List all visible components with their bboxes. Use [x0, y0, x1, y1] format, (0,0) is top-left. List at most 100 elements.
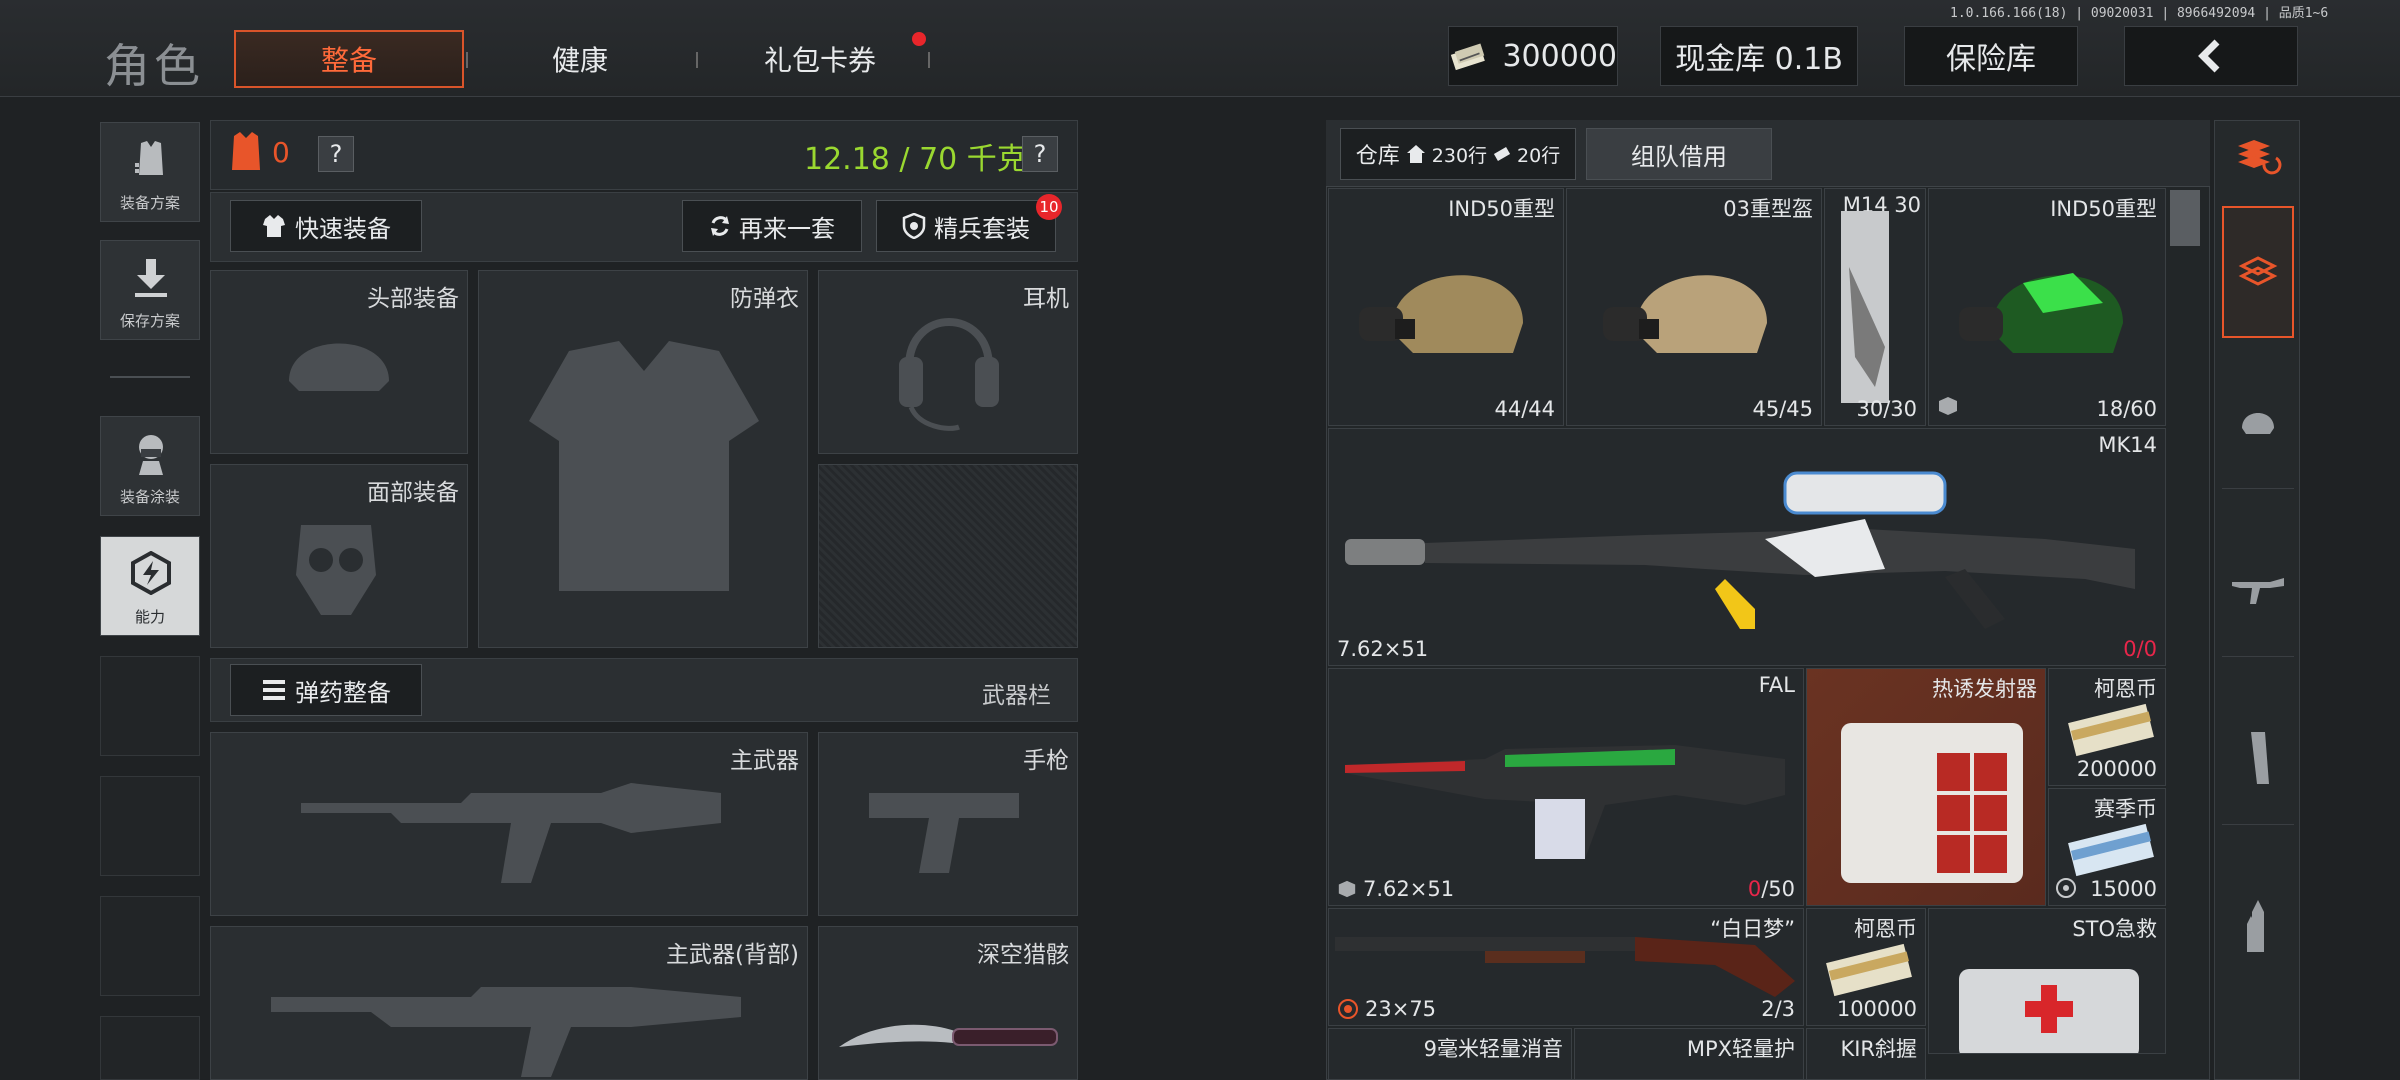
kohn-coin-item[interactable]: 柯恩币 100000	[1806, 908, 1926, 1026]
item-name: MPX轻量护	[1686, 1037, 1795, 1061]
team-borrow-button[interactable]: 组队借用	[1586, 128, 1772, 180]
all-items-icon	[2238, 256, 2278, 286]
category-ammo[interactable]	[2222, 860, 2294, 992]
item-name: STO急救	[2072, 917, 2157, 941]
primary-weapon-slot[interactable]: 主武器	[210, 732, 808, 916]
cash-vault-button[interactable]: 现金库 0.1B	[1660, 26, 1858, 86]
version-info: 1.0.166.166(18) | 09020031 | 8966492094 …	[1950, 6, 2329, 21]
slot-label: 深空猎骸	[977, 942, 1069, 968]
helmet-icon	[1603, 275, 1767, 353]
item-caliber: 23×75	[1365, 997, 1437, 1021]
tab-divider	[696, 52, 698, 68]
rifle-silhouette-icon	[301, 783, 721, 883]
sto-medkit-item[interactable]: STO急救	[1928, 908, 2166, 1054]
helmet-ind50-item[interactable]: IND50重型 44/44	[1328, 188, 1564, 426]
loadout-plan-button[interactable]: 装备方案	[100, 122, 200, 222]
nav-divider	[110, 376, 190, 378]
face-slot[interactable]: 面部装备	[210, 464, 468, 648]
headset-silhouette-icon	[899, 318, 999, 431]
slot-label: 主武器(背部)	[666, 942, 799, 968]
mk14-rifle-item[interactable]: MK14 7.62×51 0/0	[1328, 428, 2166, 666]
item-count: 15000	[2090, 877, 2157, 901]
fal-rifle-item[interactable]: FAL 7.62×51 0/50	[1328, 668, 1804, 906]
item-name: 03重型盔	[1723, 197, 1813, 221]
slot-label: 手枪	[1023, 748, 1069, 774]
slot-label: 面部装备	[367, 480, 459, 506]
back-button[interactable]	[2124, 26, 2298, 86]
flare-launcher-item[interactable]: 热诱发射器	[1806, 668, 2046, 906]
item-count: 45/45	[1752, 397, 1813, 421]
elite-set-label: 精兵套装	[934, 214, 1030, 243]
vest-slot[interactable]: 防弹衣	[478, 270, 808, 648]
helmet-03-item[interactable]: 03重型盔 45/45	[1566, 188, 1822, 426]
armor-count: 0	[272, 136, 290, 169]
insurance-vault-button[interactable]: 保险库	[1904, 26, 2078, 86]
chevron-left-icon	[2198, 39, 2220, 73]
item-name: MK14	[2098, 433, 2157, 457]
category-all[interactable]	[2222, 206, 2294, 338]
rifle-silhouette-icon	[271, 987, 741, 1077]
suppressor-item[interactable]: 9毫米轻量消音	[1328, 1028, 1572, 1080]
m14-magazine-item[interactable]: M14 30 30/30	[1824, 188, 1926, 426]
box-icon	[1338, 880, 1356, 898]
storage-scrollbar[interactable]	[2170, 190, 2200, 246]
help-icon[interactable]: ?	[1022, 136, 1058, 172]
kir-grip-item[interactable]: KIR斜握	[1806, 1028, 1926, 1080]
daydream-shotgun-item[interactable]: “白日梦” 23×75 2/3	[1328, 908, 1804, 1026]
download-icon	[135, 259, 167, 297]
elite-set-button[interactable]: 精兵套装	[876, 200, 1056, 252]
category-weapons[interactable]	[2222, 524, 2294, 657]
again-set-button[interactable]: 再来一套	[682, 200, 862, 252]
magazine-icon	[2251, 732, 2269, 784]
mpx-stock-item[interactable]: MPX轻量护	[1574, 1028, 1804, 1080]
mask-silhouette-icon	[296, 525, 376, 615]
melee-slot[interactable]: 深空猎骸	[818, 926, 1078, 1080]
weight-display: 12.18 / 70 千克	[804, 142, 1027, 177]
ticket-icon	[1493, 147, 1511, 161]
again-set-label: 再来一套	[739, 214, 835, 243]
item-count: 2/3	[1761, 997, 1795, 1021]
tab-loadout[interactable]: 整备	[234, 30, 464, 88]
help-icon[interactable]: ?	[318, 136, 354, 172]
skin-button[interactable]: 装备涂装	[100, 416, 200, 516]
item-name: 9毫米轻量消音	[1423, 1037, 1563, 1061]
rifle-icon	[2232, 578, 2284, 604]
shield-icon	[902, 213, 926, 239]
ammo-equip-button[interactable]: 弹药整备	[230, 664, 422, 716]
cash-stack-icon	[2068, 703, 2154, 757]
category-magazines[interactable]	[2222, 692, 2294, 825]
nav-label: 能力	[134, 608, 165, 626]
slot-label: 主武器	[730, 748, 799, 774]
quick-equip-label: 快速装备	[295, 214, 391, 243]
empty-equipment-slot	[818, 464, 1078, 648]
tab-health[interactable]: 健康	[480, 30, 680, 88]
nav-label: 装备方案	[119, 194, 180, 212]
season-badge-icon	[1338, 999, 1358, 1019]
armor-vest-icon	[232, 132, 260, 170]
primary-back-weapon-slot[interactable]: 主武器(背部)	[210, 926, 808, 1080]
extra-rows: 20行	[1517, 144, 1561, 167]
item-count: 30/30	[1856, 397, 1917, 421]
home-icon	[1406, 145, 1425, 163]
tab-gift-coupons[interactable]: 礼包卡券	[710, 30, 930, 88]
sort-button[interactable]	[2222, 124, 2294, 188]
ammo-equip-label: 弹药整备	[295, 678, 391, 707]
ability-button[interactable]: 能力	[100, 536, 200, 636]
quick-equip-button[interactable]: 快速装备	[230, 200, 422, 252]
pistol-slot[interactable]: 手枪	[818, 732, 1078, 916]
warehouse-button[interactable]: 仓库 230行 20行	[1340, 128, 1576, 180]
save-plan-button[interactable]: 保存方案	[100, 240, 200, 340]
category-helmets[interactable]	[2222, 356, 2294, 489]
season-coin-item[interactable]: 赛季币 15000	[2048, 788, 2166, 906]
kohn-coin-item[interactable]: 柯恩币 200000	[2048, 668, 2166, 786]
currency-display[interactable]: 300000	[1448, 26, 1618, 86]
headset-slot[interactable]: 耳机	[818, 270, 1078, 454]
head-slot[interactable]: 头部装备	[210, 270, 468, 454]
helmet-ind50-green-item[interactable]: IND50重型 18/60	[1928, 188, 2166, 426]
vest-silhouette-icon	[529, 341, 759, 591]
item-caliber: 7.62×51	[1337, 637, 1429, 661]
item-count: 200000	[2076, 757, 2157, 781]
item-name: IND50重型	[2050, 197, 2157, 221]
item-caliber: 7.62×51	[1363, 877, 1455, 901]
tab-divider	[928, 52, 930, 68]
